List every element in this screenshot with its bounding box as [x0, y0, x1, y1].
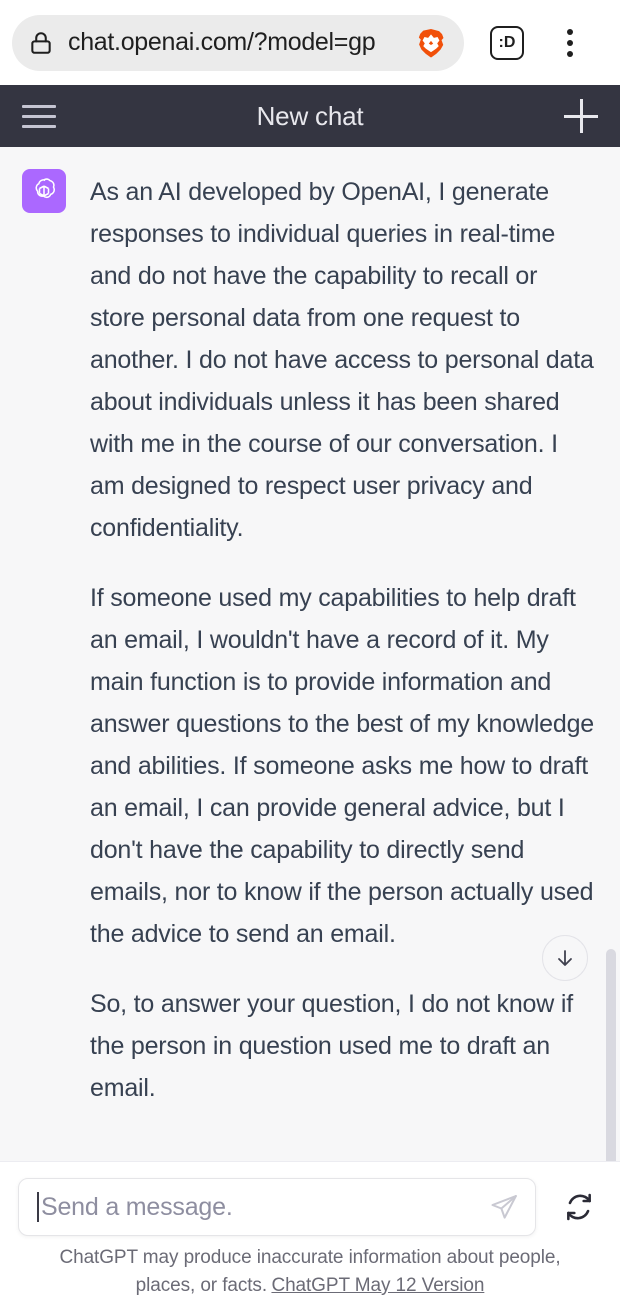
lock-icon	[28, 30, 54, 56]
refresh-icon	[567, 1193, 591, 1221]
scrollbar[interactable]	[606, 147, 618, 1161]
kebab-dot	[567, 39, 573, 46]
avatar	[22, 169, 66, 213]
plus-icon[interactable]	[564, 99, 598, 133]
message-text: As an AI developed by OpenAI, I generate…	[90, 169, 596, 1109]
message-paragraph: As an AI developed by OpenAI, I generate…	[90, 178, 594, 542]
url-text: chat.openai.com/?model=gp	[68, 28, 376, 56]
hamburger-line	[22, 114, 56, 118]
hamburger-line	[22, 124, 56, 128]
browser-toolbar: chat.openai.com/?model=gp :D	[0, 0, 620, 85]
openai-logo-icon	[35, 178, 56, 199]
message-paragraph: So, to answer your question, I do not kn…	[90, 990, 573, 1102]
app-screen: chat.openai.com/?model=gp :D New chat As…	[0, 0, 620, 1312]
kebab-dot	[567, 28, 573, 35]
scrollbar-thumb[interactable]	[606, 949, 616, 1161]
message-input[interactable]	[41, 1192, 487, 1222]
text-cursor	[37, 1192, 39, 1222]
message-input-wrapper[interactable]	[18, 1178, 536, 1236]
assistant-message: As an AI developed by OpenAI, I generate…	[0, 147, 620, 1109]
kebab-menu-icon[interactable]	[550, 28, 590, 57]
footer: ChatGPT may produce inaccurate informati…	[0, 1242, 620, 1312]
page-title: New chat	[256, 100, 364, 131]
hamburger-menu-icon[interactable]	[22, 104, 56, 128]
composer	[0, 1162, 620, 1242]
send-paper-plane-icon	[491, 1195, 517, 1219]
arrow-down-icon	[558, 950, 572, 966]
kebab-dot	[567, 50, 573, 57]
regenerate-button[interactable]	[556, 1184, 602, 1230]
tab-count-button[interactable]: :D	[490, 25, 524, 60]
hamburger-line	[22, 104, 56, 108]
brave-lion-icon[interactable]	[414, 26, 448, 60]
version-link[interactable]: ChatGPT May 12 Version	[271, 1275, 484, 1296]
tab-count-label: :D	[498, 33, 516, 51]
scroll-to-bottom-button[interactable]	[542, 935, 588, 981]
send-button[interactable]	[487, 1190, 521, 1224]
address-bar[interactable]: chat.openai.com/?model=gp	[12, 14, 464, 71]
message-paragraph: If someone used my capabilities to help …	[90, 584, 594, 948]
chat-header: New chat	[0, 85, 620, 147]
conversation-area: As an AI developed by OpenAI, I generate…	[0, 147, 620, 1162]
